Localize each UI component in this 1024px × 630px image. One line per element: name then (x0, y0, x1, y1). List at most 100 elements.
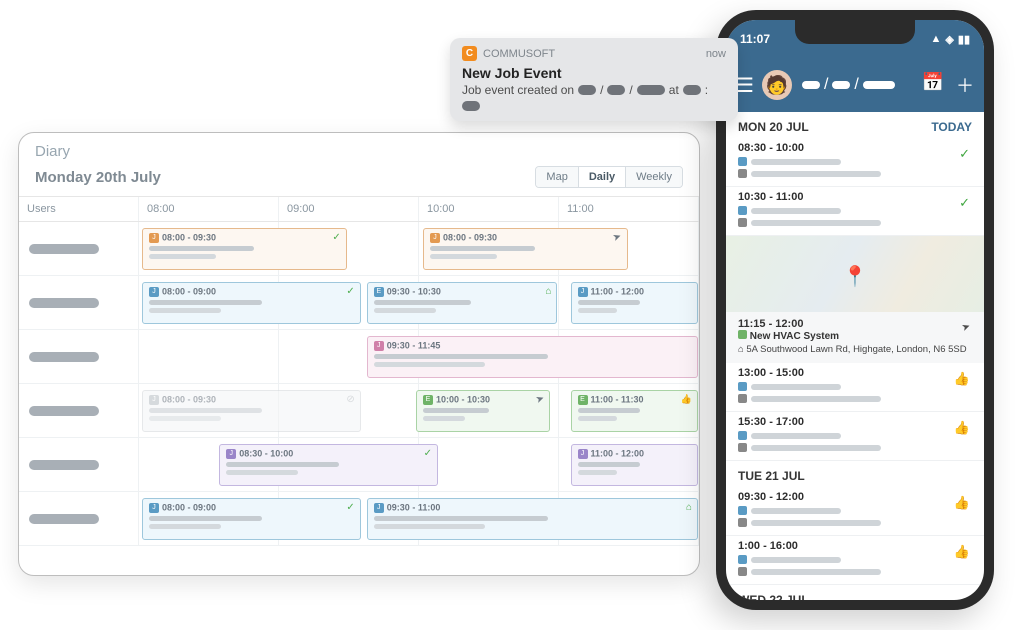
tab-weekly[interactable]: Weekly (626, 167, 682, 187)
phone-notch (795, 20, 915, 44)
item-status-icon (962, 322, 970, 333)
tab-map[interactable]: Map (536, 167, 578, 187)
event-status-icon (346, 502, 354, 513)
event-status-icon (346, 394, 354, 405)
signal-icon: ▲ (931, 33, 942, 45)
day-header: WED 22 JUL (726, 585, 984, 600)
diary-event[interactable]: J11:00 - 12:00 (571, 282, 698, 324)
event-type-badge: J (226, 449, 236, 459)
event-time: 08:00 - 09:00 (162, 287, 216, 297)
diary-event[interactable]: J09:30 - 11:00 (367, 498, 698, 540)
map-preview[interactable]: 📍 (726, 236, 984, 312)
user-cell (19, 330, 139, 383)
schedule-item[interactable]: 08:30 - 10:00 (726, 138, 984, 187)
home-icon (738, 518, 747, 527)
item-status-icon (959, 146, 970, 162)
diary-event[interactable]: J11:00 - 12:00 (571, 444, 698, 486)
user-cell (19, 384, 139, 437)
diary-event[interactable]: E11:00 - 11:30 (571, 390, 698, 432)
event-time: 09:30 - 10:30 (387, 287, 441, 297)
diary-event[interactable]: E09:30 - 10:30 (367, 282, 558, 324)
diary-title: Diary (35, 143, 683, 160)
diary-event[interactable]: J08:00 - 09:00 (142, 498, 361, 540)
schedule-list[interactable]: MON 20 JULTODAY08:30 - 10:0010:30 - 11:0… (726, 112, 984, 600)
event-status-icon (613, 232, 621, 243)
item-status-icon (954, 420, 970, 436)
event-time: 10:00 - 10:30 (436, 395, 490, 405)
item-type-badge (738, 506, 747, 515)
menu-icon[interactable]: ☰ (736, 73, 754, 98)
highlighted-item[interactable]: 11:15 - 12:00 New HVAC System⌂ 5A Southw… (726, 312, 984, 363)
schedule-item[interactable]: 13:00 - 15:00 (726, 363, 984, 412)
diary-event[interactable]: J09:30 - 11:45 (367, 336, 698, 378)
status-icons: ▲ ◈ ▮▮ (931, 33, 970, 46)
notification-title: New Job Event (462, 65, 726, 81)
event-type-badge: E (374, 287, 384, 297)
item-time: 10:30 - 11:00 (738, 191, 972, 203)
schedule-item[interactable]: 1:00 - 16:00 (726, 536, 984, 585)
item-status-icon (954, 495, 970, 511)
push-notification[interactable]: C COMMUSOFT now New Job Event Job event … (450, 38, 738, 121)
time-header-row: Users 08:00 09:00 10:00 11:00 (19, 197, 699, 222)
user-name-placeholder (29, 352, 99, 362)
event-type-badge: J (578, 449, 588, 459)
event-type-badge: E (423, 395, 433, 405)
user-cell (19, 222, 139, 275)
event-status-icon (424, 448, 432, 459)
diary-event[interactable]: E10:00 - 10:30 (416, 390, 551, 432)
tab-daily[interactable]: Daily (579, 167, 626, 187)
home-icon (738, 443, 747, 452)
diary-row: J08:30 - 10:00J11:00 - 12:00 (19, 438, 699, 492)
item-type-badge (738, 157, 747, 166)
item-type-badge (738, 330, 747, 339)
user-cell (19, 492, 139, 545)
event-type-badge: J (374, 341, 384, 351)
map-pin-icon: 📍 (843, 264, 868, 289)
event-type-badge: J (149, 395, 159, 405)
event-time: 08:30 - 10:00 (239, 449, 293, 459)
diary-event[interactable]: J08:30 - 10:00 (219, 444, 438, 486)
schedule-item[interactable]: 10:30 - 11:00 (726, 187, 984, 236)
schedule-item[interactable]: 15:30 - 17:00 (726, 412, 984, 461)
users-column-header: Users (19, 197, 139, 221)
item-type-badge (738, 555, 747, 564)
schedule-item[interactable]: 09:30 - 12:00 (726, 487, 984, 536)
event-type-badge: J (374, 503, 384, 513)
diary-event[interactable]: J08:00 - 09:30 (142, 228, 347, 270)
user-cell (19, 438, 139, 491)
item-time: 13:00 - 15:00 (738, 367, 972, 379)
item-time: 15:30 - 17:00 (738, 416, 972, 428)
event-time: 11:00 - 12:00 (591, 449, 645, 459)
diary-event[interactable]: J08:00 - 09:30 (142, 390, 361, 432)
diary-event[interactable]: J08:00 - 09:00 (142, 282, 361, 324)
diary-event[interactable]: J08:00 - 09:30 (423, 228, 628, 270)
hour-label: 11:00 (559, 197, 699, 221)
item-status-icon (959, 195, 970, 211)
event-type-badge: J (578, 287, 588, 297)
diary-row: J08:00 - 09:30 E10:00 - 10:30 E11:00 - 11:… (19, 384, 699, 438)
event-status-icon (686, 502, 692, 513)
day-label: WED 22 JUL (738, 593, 809, 600)
add-icon[interactable]: ＋ (956, 72, 974, 98)
notification-timestamp: now (706, 48, 726, 60)
home-icon: ⌂ (738, 344, 744, 355)
app-bar: ☰ 🧑 // 📅 ＋ (726, 58, 984, 112)
app-bar-title: // (802, 76, 922, 94)
event-time: 08:00 - 09:00 (162, 503, 216, 513)
event-type-badge: J (149, 287, 159, 297)
user-cell (19, 276, 139, 329)
item-status-icon (954, 371, 970, 387)
diary-row: J08:00 - 09:00E09:30 - 10:30J11:00 - 12:… (19, 276, 699, 330)
item-type-badge (738, 382, 747, 391)
hour-label: 09:00 (279, 197, 419, 221)
avatar[interactable]: 🧑 (762, 70, 792, 100)
diary-date: Monday 20th July (35, 169, 161, 186)
calendar-icon[interactable]: 📅 (922, 72, 944, 98)
user-name-placeholder (29, 460, 99, 470)
event-status-icon (545, 286, 551, 297)
user-name-placeholder (29, 298, 99, 308)
item-type-badge (738, 431, 747, 440)
event-time: 08:00 - 09:30 (162, 395, 216, 405)
phone-frame: 11:07 ▲ ◈ ▮▮ ☰ 🧑 // 📅 ＋ MON 20 JULTODAY0… (716, 10, 994, 610)
user-name-placeholder (29, 244, 99, 254)
